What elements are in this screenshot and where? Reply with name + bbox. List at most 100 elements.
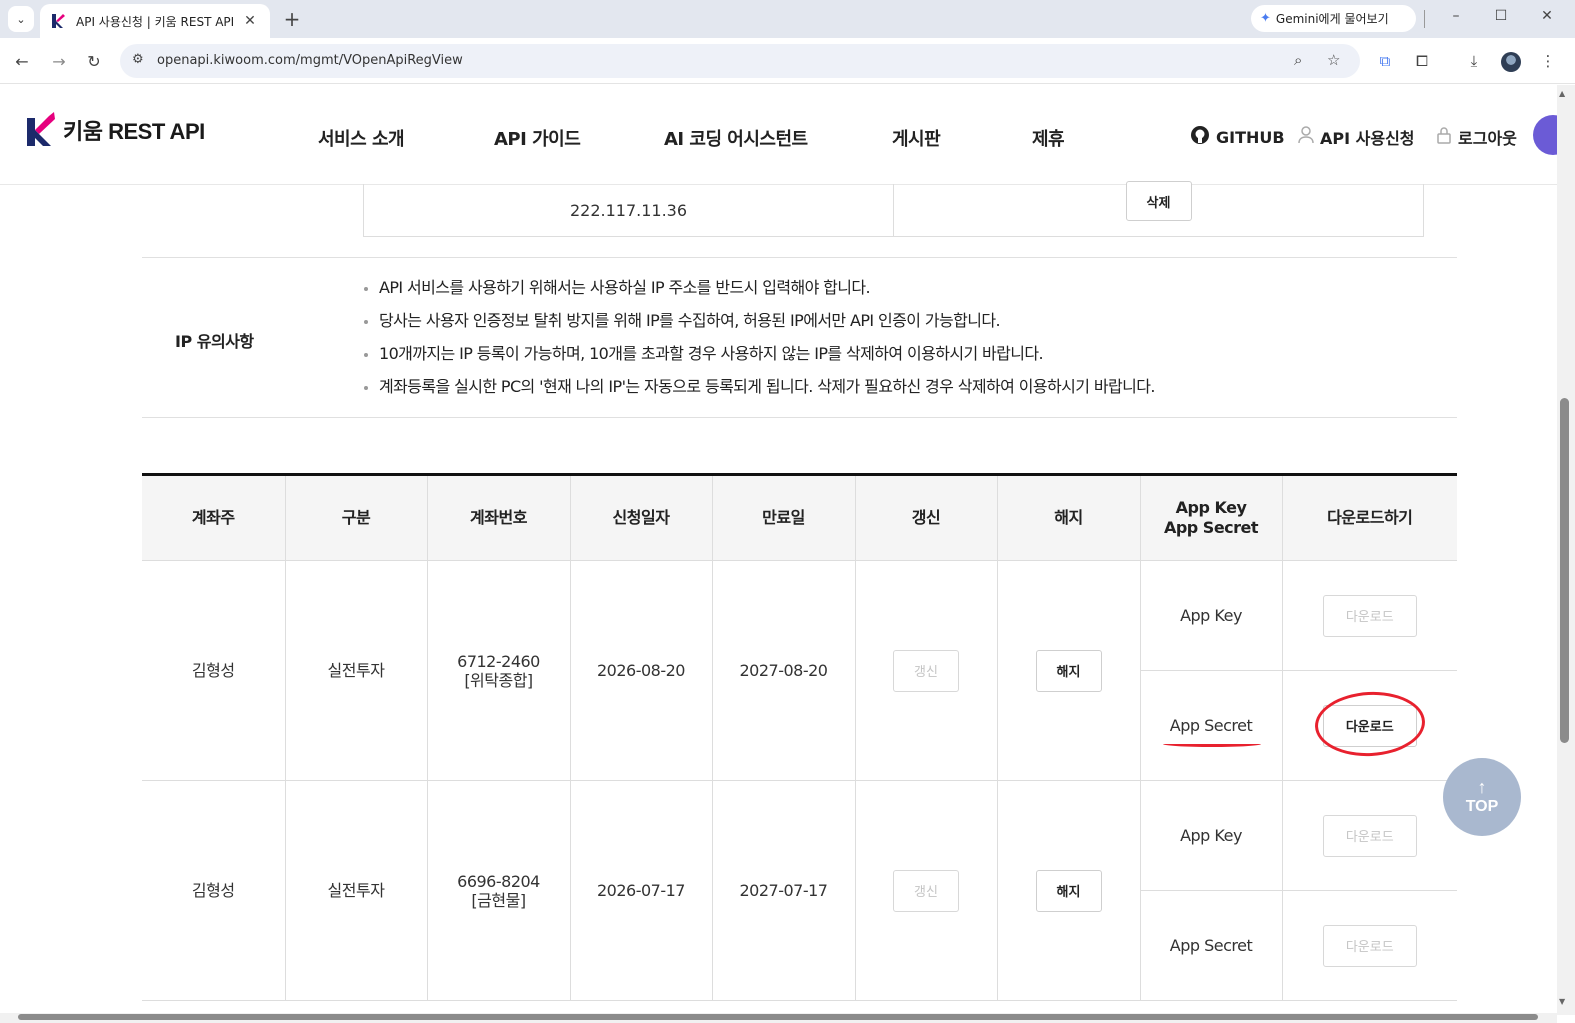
cancel-button[interactable]: 해지: [1035, 649, 1102, 692]
github-icon: [1190, 125, 1210, 149]
scroll-down-icon[interactable]: ▼: [1559, 997, 1565, 1006]
renew-button[interactable]: 갱신: [893, 649, 959, 692]
logout-link[interactable]: 로그아웃: [1436, 125, 1517, 149]
browser-tab-bar: ⌄ API 사용신청 | 키움 REST API ✕ + ✦ Gemini에게 …: [0, 0, 1575, 38]
owner-cell: 김형성: [142, 780, 286, 1001]
notice-item: 10개까지는 IP 등록이 가능하며, 10개를 초과할 경우 사용하지 않는 …: [364, 344, 1155, 377]
lock-icon: [1436, 126, 1452, 148]
header-app-key-secret: App Key App Secret: [1139, 474, 1283, 561]
browser-menu-icon[interactable]: ⋮: [1537, 50, 1559, 72]
address-bar[interactable]: ⚙ openapi.kiwoom.com/mgmt/VOpenApiRegVie…: [120, 44, 1360, 78]
ip-list-table: 222.117.11.36 삭제: [363, 181, 1424, 237]
window-close-icon[interactable]: ✕: [1537, 8, 1557, 24]
app-key-download-button[interactable]: 다운로드: [1322, 594, 1417, 637]
zoom-icon[interactable]: ⌕: [1294, 51, 1302, 69]
kiwoom-logo[interactable]: 키움 REST API: [25, 112, 205, 148]
account-table: 계좌주 구분 계좌번호 신청일자 만료일 갱신 해지 App Key App S…: [142, 473, 1457, 1001]
account-kind: [금현물]: [471, 890, 526, 910]
expire-date-cell: 2027-08-20: [711, 560, 856, 781]
api-apply-link[interactable]: API 사용신청: [1298, 125, 1415, 149]
window-controls-divider: [1424, 10, 1425, 28]
app-key-download-cell: 다운로드: [1281, 780, 1457, 891]
logout-label: 로그아웃: [1458, 129, 1517, 148]
account-table-header: 계좌주 구분 계좌번호 신청일자 만료일 갱신 해지 App Key App S…: [142, 474, 1457, 561]
app-key-download-cell: 다운로드: [1281, 560, 1457, 671]
reload-icon[interactable]: ↻: [82, 49, 106, 73]
account-kind: [위탁종합]: [464, 670, 533, 690]
nav-board[interactable]: 게시판: [892, 125, 941, 151]
renew-cell: 갱신: [854, 780, 998, 1001]
app-key-download-button[interactable]: 다운로드: [1322, 814, 1417, 857]
nav-partnership[interactable]: 제휴: [1032, 125, 1065, 151]
translate-icon[interactable]: ⧉: [1374, 50, 1396, 72]
owner-cell: 김형성: [142, 560, 286, 781]
apply-date-cell: 2026-08-20: [569, 560, 713, 781]
tab-title: API 사용신청 | 키움 REST API: [76, 14, 235, 29]
profile-avatar[interactable]: [1501, 52, 1521, 72]
cancel-cell: 해지: [996, 780, 1141, 1001]
notice-item: 당사는 사용자 인증정보 탈취 방지를 위해 IP를 수집하여, 허용된 IP에…: [364, 311, 1155, 344]
bookmark-star-icon[interactable]: ☆: [1327, 51, 1340, 69]
app-secret-download-cell: 다운로드: [1281, 670, 1457, 781]
type-cell: 실전투자: [284, 560, 428, 781]
tab-search-dropdown-icon[interactable]: ⌄: [8, 6, 34, 32]
ip-delete-button[interactable]: 삭제: [1125, 181, 1192, 221]
account-no: 6696-8204: [457, 871, 540, 891]
header-apply-date: 신청일자: [569, 474, 713, 561]
app-secret-label-cell: App Secret: [1139, 670, 1283, 781]
app-secret-download-button[interactable]: 다운로드: [1322, 924, 1417, 967]
kiwoom-favicon-icon: [50, 13, 66, 29]
app-key-label-cell: App Key: [1139, 780, 1283, 891]
nav-service-intro[interactable]: 서비스 소개: [318, 125, 405, 151]
browser-tab-active[interactable]: API 사용신청 | 키움 REST API ✕: [40, 4, 270, 38]
app-secret-label-cell: App Secret: [1139, 890, 1283, 1001]
ip-notice-title: IP 유의사항: [175, 332, 254, 351]
ip-address: 222.117.11.36: [364, 184, 894, 236]
back-icon[interactable]: ←: [10, 49, 34, 73]
gemini-ask-button[interactable]: ✦ Gemini에게 물어보기: [1251, 5, 1416, 32]
maximize-icon[interactable]: ☐: [1491, 8, 1511, 24]
header-app-key: App Key: [1175, 498, 1247, 517]
cancel-button[interactable]: 해지: [1035, 869, 1102, 912]
user-icon: [1298, 126, 1314, 148]
type-cell: 실전투자: [284, 780, 428, 1001]
new-tab-icon[interactable]: +: [280, 6, 304, 32]
header-owner: 계좌주: [142, 474, 286, 561]
vertical-scrollbar[interactable]: ▲ ▼: [1557, 85, 1575, 1015]
header-download: 다운로드하기: [1281, 474, 1457, 561]
site-header: 키움 REST API 서비스 소개 API 가이드 AI 코딩 어시스턴트 게…: [0, 85, 1573, 185]
nav-api-guide[interactable]: API 가이드: [494, 125, 581, 151]
account-no-cell: 6696-8204 [금현물]: [426, 780, 571, 1001]
forward-icon[interactable]: →: [47, 49, 71, 73]
header-renew: 갱신: [854, 474, 998, 561]
ip-notice-section: IP 유의사항 API 서비스를 사용하기 위해서는 사용하실 IP 주소를 반…: [142, 257, 1457, 418]
apply-date-cell: 2026-07-17: [569, 780, 713, 1001]
top-label: TOP: [1465, 798, 1499, 815]
renew-button[interactable]: 갱신: [893, 869, 959, 912]
table-row: 김형성 실전투자 6712-2460 [위탁종합] 2026-08-20 202…: [142, 560, 1457, 781]
api-apply-label: API 사용신청: [1320, 129, 1415, 148]
nav-ai-coding-assistant[interactable]: AI 코딩 어시스턴트: [664, 125, 808, 151]
ip-notice-list: API 서비스를 사용하기 위해서는 사용하실 IP 주소를 반드시 입력해야 …: [364, 278, 1155, 410]
app-key-label-cell: App Key: [1139, 560, 1283, 671]
scroll-top-button[interactable]: ↑ TOP: [1443, 758, 1521, 836]
tab-close-icon[interactable]: ✕: [240, 13, 260, 29]
account-no-cell: 6712-2460 [위탁종합]: [426, 560, 571, 781]
cancel-cell: 해지: [996, 560, 1141, 781]
vertical-scroll-thumb[interactable]: [1560, 398, 1569, 743]
minimize-icon[interactable]: –: [1446, 8, 1466, 24]
horizontal-scroll-thumb[interactable]: [18, 1014, 1538, 1020]
extensions-icon[interactable]: ⧠: [1411, 50, 1433, 72]
header-expire-date: 만료일: [711, 474, 856, 561]
download-icon[interactable]: ⤓: [1463, 50, 1485, 72]
app-secret-download-button[interactable]: 다운로드: [1322, 704, 1417, 747]
github-link[interactable]: GITHUB: [1190, 125, 1285, 149]
scroll-up-icon[interactable]: ▲: [1559, 89, 1565, 98]
horizontal-scrollbar[interactable]: [0, 1013, 1557, 1023]
notice-item: API 서비스를 사용하기 위해서는 사용하실 IP 주소를 반드시 입력해야 …: [364, 278, 1155, 311]
address-url[interactable]: openapi.kiwoom.com/mgmt/VOpenApiRegView: [157, 53, 463, 68]
logo-text: 키움 REST API: [63, 119, 205, 144]
app-secret-download-cell: 다운로드: [1281, 890, 1457, 1001]
browser-toolbar: ← → ↻ ⚙ openapi.kiwoom.com/mgmt/VOpenApi…: [0, 38, 1575, 84]
site-info-icon[interactable]: ⚙: [132, 52, 144, 67]
